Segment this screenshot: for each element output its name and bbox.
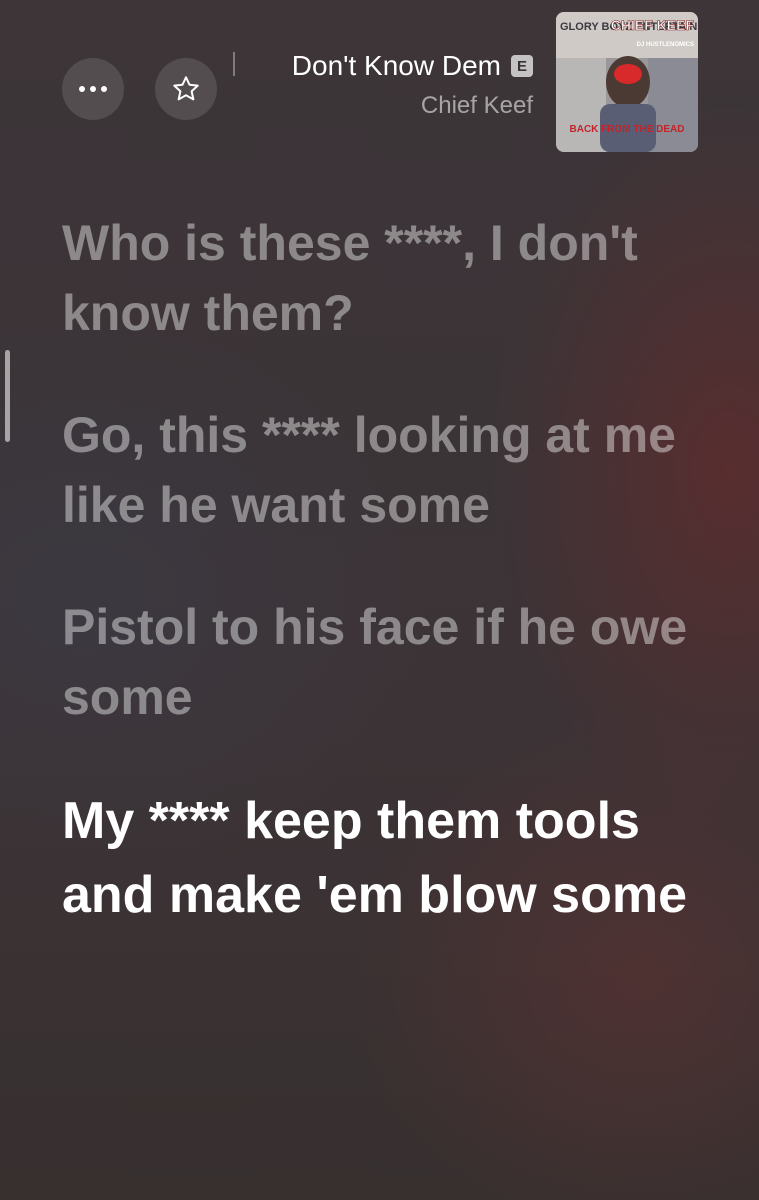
ellipsis-icon xyxy=(79,86,107,92)
artwork-label-dj: DJ HUSTLENOMICS xyxy=(637,42,694,48)
artwork-label-title: BACK FROM THE DEAD xyxy=(570,124,685,135)
scroll-indicator[interactable] xyxy=(5,350,10,442)
title-divider xyxy=(233,52,235,76)
track-title: Don't Know Dem xyxy=(291,50,501,81)
artist-name[interactable]: Chief Keef xyxy=(292,92,533,120)
explicit-badge: E xyxy=(511,55,533,77)
artwork-label-artist: CHIEF KEEF xyxy=(611,17,695,33)
now-playing-header: Don't Know Dem E Chief Keef GLORY BOYZ E… xyxy=(0,0,759,170)
album-artwork-image: GLORY BOYZ ENTERTAINMENT CHIEF KEEF DJ H… xyxy=(556,12,698,152)
more-options-button[interactable] xyxy=(62,58,124,120)
lyrics-view: Who is these ****, I don't know them? Go… xyxy=(62,208,702,932)
track-info[interactable]: Don't Know Dem E Chief Keef xyxy=(292,50,533,120)
lyric-line[interactable]: Go, this **** looking at me like he want… xyxy=(62,400,702,540)
favorite-button[interactable] xyxy=(155,58,217,120)
star-outline-icon xyxy=(173,76,199,101)
lyric-line[interactable]: Pistol to his face if he owe some xyxy=(62,592,702,732)
lyric-line[interactable]: Who is these ****, I don't know them? xyxy=(62,208,702,348)
album-artwork[interactable]: GLORY BOYZ ENTERTAINMENT CHIEF KEEF DJ H… xyxy=(556,12,698,152)
lyric-line-active[interactable]: My **** keep them tools and make 'em blo… xyxy=(62,784,702,932)
